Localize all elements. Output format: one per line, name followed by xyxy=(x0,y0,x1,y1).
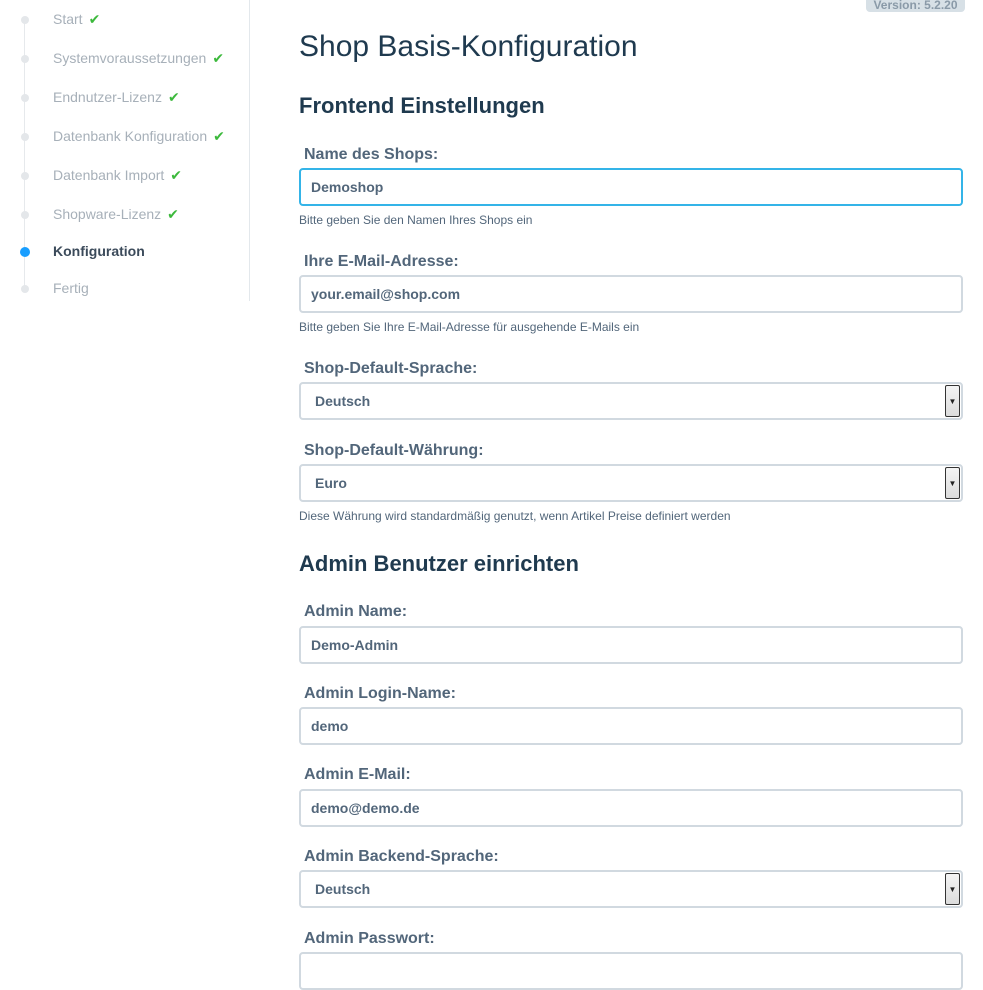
admin-name-input[interactable] xyxy=(299,626,963,664)
shop-name-input[interactable] xyxy=(299,168,963,206)
step-label: Shopware-Lizenz ✔ xyxy=(53,206,179,222)
step-dot-icon xyxy=(21,285,29,293)
step-label: Fertig xyxy=(53,280,89,296)
version-badge: Version: 5.2.20 xyxy=(866,0,965,12)
admin-email-input[interactable] xyxy=(299,789,963,827)
step-fertig: Fertig xyxy=(0,277,249,301)
email-input[interactable] xyxy=(299,275,963,313)
admin-login-label: Admin Login-Name: xyxy=(304,685,456,702)
shop-name-hint: Bitte geben Sie den Namen Ihres Shops ei… xyxy=(299,213,533,227)
checkmark-icon: ✔ xyxy=(167,89,180,105)
admin-email-label: Admin E-Mail: xyxy=(304,766,411,783)
admin-name-label: Admin Name: xyxy=(304,603,408,620)
step-label: Start ✔ xyxy=(53,11,101,27)
shop-currency-label: Shop-Default-Währung: xyxy=(304,442,484,459)
admin-section-heading: Admin Benutzer einrichten xyxy=(299,551,579,576)
admin-backend-language-value: Deutsch xyxy=(315,881,371,897)
admin-password-label: Admin Passwort: xyxy=(304,930,435,947)
step-label: Datenbank Import ✔ xyxy=(53,167,183,183)
step-label: Datenbank Konfiguration ✔ xyxy=(53,128,225,144)
shop-language-value: Deutsch xyxy=(315,393,371,409)
active-step-dot-icon xyxy=(20,247,30,257)
step-list: Start ✔ Systemvoraussetzungen ✔ Endnutzer-… xyxy=(0,0,249,301)
installer-steps-sidebar: Start ✔ Systemvoraussetzungen ✔ Endnutzer-… xyxy=(0,0,250,301)
admin-backend-language-label: Admin Backend-Sprache: xyxy=(304,848,499,865)
checkmark-icon: ✔ xyxy=(213,128,225,144)
step-label: Endnutzer-Lizenz ✔ xyxy=(53,89,180,105)
step-start: Start ✔ xyxy=(0,8,249,32)
shop-currency-select[interactable]: Euro ▼ xyxy=(299,464,963,502)
step-konfiguration: Konfiguration xyxy=(0,240,249,264)
step-dot-icon xyxy=(21,172,29,180)
frontend-section-heading: Frontend Einstellungen xyxy=(299,93,545,118)
admin-backend-language-select[interactable]: Deutsch ▼ xyxy=(299,870,963,908)
checkmark-icon: ✔ xyxy=(167,206,179,222)
admin-login-input[interactable] xyxy=(299,707,963,745)
shop-currency-value: Euro xyxy=(315,475,347,491)
step-dot-icon xyxy=(21,55,29,63)
email-label: Ihre E-Mail-Adresse: xyxy=(304,253,459,270)
page-title: Shop Basis-Konfiguration xyxy=(299,30,638,63)
step-datenbank-import: Datenbank Import ✔ xyxy=(0,164,249,188)
step-label: Konfiguration xyxy=(53,243,145,259)
step-dot-icon xyxy=(21,16,29,24)
step-dot-icon xyxy=(21,211,29,219)
step-datenbank-konfiguration: Datenbank Konfiguration ✔ xyxy=(0,125,249,149)
shop-currency-hint: Diese Währung wird standardmäßig genutzt… xyxy=(299,509,731,523)
step-dot-icon xyxy=(21,133,29,141)
checkmark-icon: ✔ xyxy=(170,167,183,183)
step-shopware-lizenz: Shopware-Lizenz ✔ xyxy=(0,203,249,227)
shop-name-label: Name des Shops: xyxy=(304,146,439,163)
email-hint: Bitte geben Sie Ihre E-Mail-Adresse für … xyxy=(299,320,640,334)
checkmark-icon: ✔ xyxy=(88,11,101,27)
step-endnutzer-lizenz: Endnutzer-Lizenz ✔ xyxy=(0,86,249,110)
admin-password-input[interactable] xyxy=(299,952,963,990)
step-label: Systemvoraussetzungen ✔ xyxy=(53,50,225,66)
step-dot-icon xyxy=(21,94,29,102)
shop-language-label: Shop-Default-Sprache: xyxy=(304,360,478,377)
dropdown-arrow-icon[interactable]: ▼ xyxy=(945,467,960,499)
shop-language-select[interactable]: Deutsch ▼ xyxy=(299,382,963,420)
checkmark-icon: ✔ xyxy=(212,50,225,66)
step-systemvoraussetzungen: Systemvoraussetzungen ✔ xyxy=(0,47,249,71)
dropdown-arrow-icon[interactable]: ▼ xyxy=(945,385,960,417)
dropdown-arrow-icon[interactable]: ▼ xyxy=(945,873,960,905)
